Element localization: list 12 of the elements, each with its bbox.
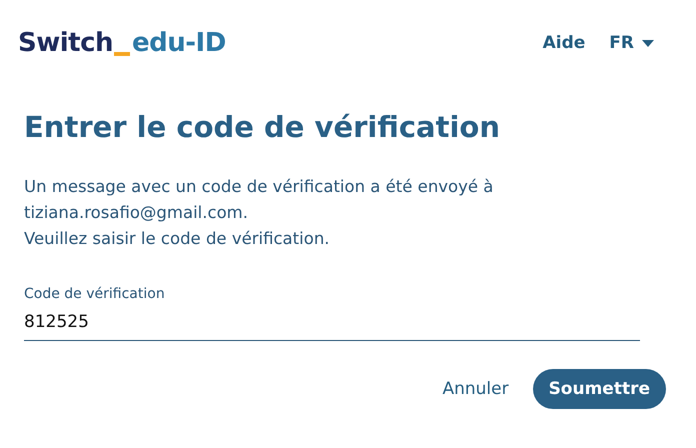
help-link[interactable]: Aide (542, 33, 586, 53)
cancel-button[interactable]: Annuler (442, 379, 509, 399)
verification-code-field[interactable]: 812525 (24, 310, 640, 341)
message-text: Un message avec un code de vérification a été envoyé à tiziana.rosafio@gmail.com. Veuillez saisir le code de vérification. (24, 176, 494, 250)
logo-underscore (114, 52, 130, 56)
logo-brand: Switch (18, 28, 114, 58)
submit-button[interactable]: Soumettre (532, 369, 666, 409)
caret-icon (642, 40, 654, 46)
language-dropdown[interactable]: FR (609, 33, 654, 53)
page-title: Entrer le code de vérification (24, 110, 501, 144)
field-label: Code de vérification (24, 286, 166, 302)
logo-product: edu-ID (132, 28, 226, 58)
